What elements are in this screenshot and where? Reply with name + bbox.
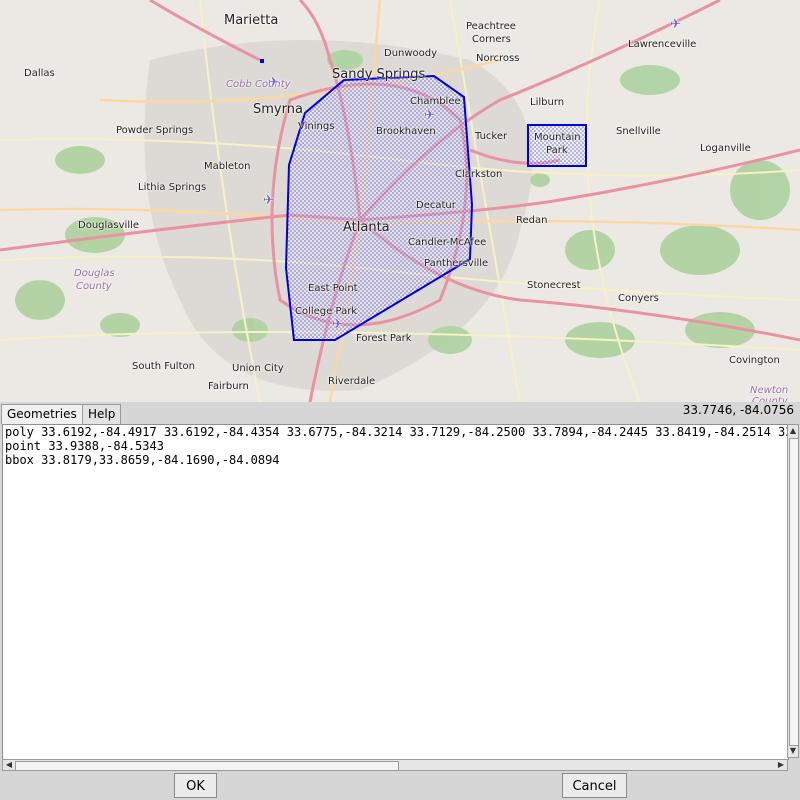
map-label-park: Park xyxy=(546,145,568,156)
scroll-down-icon[interactable]: ▼ xyxy=(788,746,798,756)
map-label-smyrna: Smyrna xyxy=(253,102,303,117)
map-label-south-fulton: South Fulton xyxy=(132,361,195,372)
map-label-loganville: Loganville xyxy=(700,143,751,154)
map-label-clarkston: Clarkston xyxy=(455,169,503,180)
coordinate-readout: 33.7746, -84.0756 xyxy=(682,403,794,417)
map-label-union-city: Union City xyxy=(232,363,284,374)
map-label-college-park: College Park xyxy=(295,306,358,317)
geometry-line-bbox: bbox 33.8179,33.8659,-84.1690,-84.0894 xyxy=(5,453,280,467)
geometry-line-point: point 33.9388,-84.5343 xyxy=(5,439,164,453)
map-label-panthersville: Panthersville xyxy=(424,258,489,269)
map-label-atlanta: Atlanta xyxy=(343,220,390,235)
airport-icon: ✈ xyxy=(263,193,274,208)
map-label-corners: Corners xyxy=(472,34,511,45)
map-label-lawrenceville: Lawrenceville xyxy=(628,39,697,50)
map-label-covington: Covington xyxy=(729,355,780,366)
map-label-east-point: East Point xyxy=(308,283,358,294)
geometry-text-area[interactable]: poly 33.6192,-84.4917 33.6192,-84.4354 3… xyxy=(2,424,789,760)
map-label-redan: Redan xyxy=(516,215,548,226)
map-label-lilburn: Lilburn xyxy=(530,97,565,108)
vertical-scrollbar[interactable]: ▲ ▼ xyxy=(787,424,799,758)
map-label-county: County xyxy=(76,281,112,292)
tab-bar: Geometries Help xyxy=(0,402,800,424)
horizontal-scrollbar[interactable]: ◀ ▶ xyxy=(2,759,788,771)
map-label-norcross: Norcross xyxy=(476,53,520,64)
map-label-douglasville: Douglasville xyxy=(78,220,140,231)
geometry-point xyxy=(260,59,264,63)
map-label-cobb-county: Cobb County xyxy=(226,79,291,90)
map-label-conyers: Conyers xyxy=(618,293,659,304)
vertical-scroll-thumb[interactable] xyxy=(789,438,799,746)
scroll-left-icon[interactable]: ◀ xyxy=(4,760,14,770)
airport-icon: ✈ xyxy=(670,17,681,32)
map-label-stonecrest: Stonecrest xyxy=(527,280,581,291)
map-label-tucker: Tucker xyxy=(475,131,508,142)
horizontal-scroll-thumb[interactable] xyxy=(15,761,399,771)
map-label-chamblee: Chamblee xyxy=(410,96,461,107)
tab-geometries[interactable]: Geometries xyxy=(1,404,83,424)
scroll-up-icon[interactable]: ▲ xyxy=(788,426,798,436)
map-view[interactable]: Marietta Peachtree Corners Lawrenceville Dun… xyxy=(0,0,800,402)
button-bar xyxy=(0,772,800,800)
map-label-vinings: Vinings xyxy=(298,121,335,132)
tab-help[interactable]: Help xyxy=(82,404,122,424)
map-label-dunwoody: Dunwoody xyxy=(384,48,438,59)
ok-button[interactable]: OK xyxy=(174,773,217,798)
map-label-douglas: Douglas xyxy=(74,268,115,279)
geometry-line-poly: poly 33.6192,-84.4917 33.6192,-84.4354 3… xyxy=(5,425,789,439)
airport-icon: ✈ xyxy=(332,317,343,332)
airport-icon: ✈ xyxy=(424,108,435,123)
map-label-fairburn: Fairburn xyxy=(208,381,249,392)
map-label-lithia-springs: Lithia Springs xyxy=(138,182,207,193)
map-label-brookhaven: Brookhaven xyxy=(376,126,436,137)
map-label-powder-springs: Powder Springs xyxy=(116,125,194,136)
map-label-riverdale: Riverdale xyxy=(328,376,376,387)
map-label-decatur: Decatur xyxy=(416,200,456,211)
map-label-newton: Newton xyxy=(750,385,789,396)
map-label-mableton: Mableton xyxy=(204,161,251,172)
map-label-forest-park: Forest Park xyxy=(356,333,412,344)
map-label-snellville: Snellville xyxy=(616,126,661,137)
map-label-sandy-springs: Sandy Springs xyxy=(332,67,426,82)
cancel-button[interactable]: Cancel xyxy=(562,773,627,798)
map-label-mountain: Mountain xyxy=(534,132,581,143)
scroll-right-icon[interactable]: ▶ xyxy=(776,760,786,770)
map-label-marietta: Marietta xyxy=(224,13,279,28)
map-label-dallas: Dallas xyxy=(24,68,55,79)
map-label-candler-mcafee: Candler-McAfee xyxy=(408,237,487,248)
airport-icon: ✈ xyxy=(268,75,279,90)
map-label-peachtree: Peachtree xyxy=(466,21,516,32)
